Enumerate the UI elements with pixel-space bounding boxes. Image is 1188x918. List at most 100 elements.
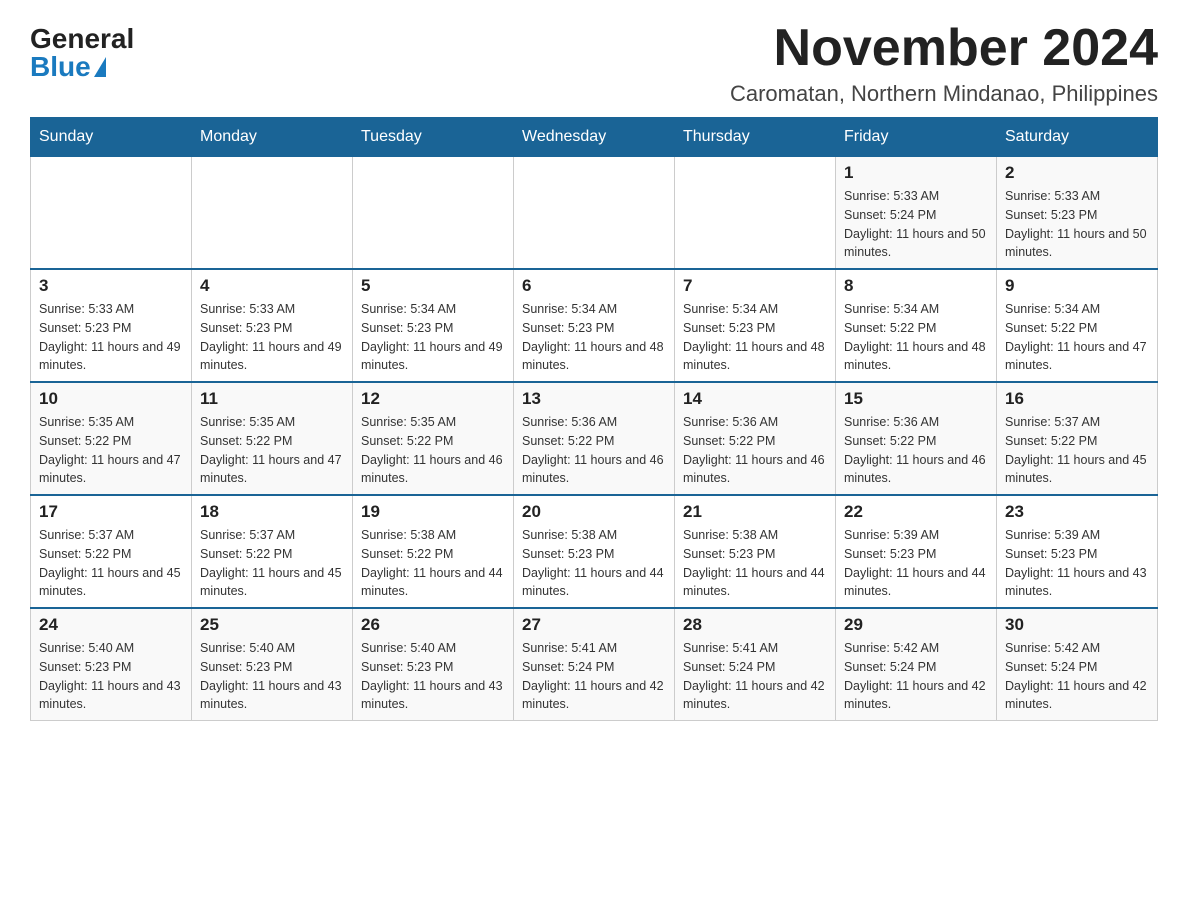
logo-general-text: General — [30, 25, 134, 53]
day-number: 12 — [361, 389, 505, 409]
day-number: 5 — [361, 276, 505, 296]
day-info: Sunrise: 5:40 AMSunset: 5:23 PMDaylight:… — [39, 639, 183, 714]
calendar-cell: 28 Sunrise: 5:41 AMSunset: 5:24 PMDayligh… — [675, 608, 836, 721]
calendar-cell: 26 Sunrise: 5:40 AMSunset: 5:23 PMDayligh… — [353, 608, 514, 721]
calendar-cell — [192, 157, 353, 270]
day-info: Sunrise: 5:34 AMSunset: 5:23 PMDaylight:… — [361, 300, 505, 375]
calendar-header-tuesday: Tuesday — [353, 118, 514, 157]
day-number: 11 — [200, 389, 344, 409]
calendar-week-row: 10 Sunrise: 5:35 AMSunset: 5:22 PMDayligh… — [31, 382, 1158, 495]
day-info: Sunrise: 5:42 AMSunset: 5:24 PMDaylight:… — [1005, 639, 1149, 714]
day-number: 3 — [39, 276, 183, 296]
calendar-week-row: 17 Sunrise: 5:37 AMSunset: 5:22 PMDayligh… — [31, 495, 1158, 608]
day-number: 16 — [1005, 389, 1149, 409]
calendar-cell: 29 Sunrise: 5:42 AMSunset: 5:24 PMDayligh… — [836, 608, 997, 721]
logo-blue-text: Blue — [30, 53, 106, 81]
calendar-cell: 23 Sunrise: 5:39 AMSunset: 5:23 PMDayligh… — [997, 495, 1158, 608]
calendar-cell: 21 Sunrise: 5:38 AMSunset: 5:23 PMDayligh… — [675, 495, 836, 608]
day-number: 21 — [683, 502, 827, 522]
calendar-cell: 16 Sunrise: 5:37 AMSunset: 5:22 PMDayligh… — [997, 382, 1158, 495]
day-number: 8 — [844, 276, 988, 296]
calendar-cell: 7Sunrise: 5:34 AMSunset: 5:23 PMDaylight… — [675, 269, 836, 382]
day-info: Sunrise: 5:34 AMSunset: 5:22 PMDaylight:… — [844, 300, 988, 375]
day-number: 9 — [1005, 276, 1149, 296]
day-info: Sunrise: 5:40 AMSunset: 5:23 PMDaylight:… — [361, 639, 505, 714]
calendar-cell: 3 Sunrise: 5:33 AMSunset: 5:23 PMDaylight… — [31, 269, 192, 382]
day-number: 27 — [522, 615, 666, 635]
day-info: Sunrise: 5:33 AMSunset: 5:23 PMDaylight:… — [200, 300, 344, 375]
title-area: November 2024 Caromatan, Northern Mindan… — [730, 20, 1158, 107]
calendar-week-row: 24 Sunrise: 5:40 AMSunset: 5:23 PMDayligh… — [31, 608, 1158, 721]
day-number: 14 — [683, 389, 827, 409]
calendar-header-monday: Monday — [192, 118, 353, 157]
day-number: 29 — [844, 615, 988, 635]
calendar-cell — [675, 157, 836, 270]
header: General Blue November 2024 Caromatan, No… — [30, 20, 1158, 107]
day-info: Sunrise: 5:36 AMSunset: 5:22 PMDaylight:… — [522, 413, 666, 488]
calendar-cell: 4 Sunrise: 5:33 AMSunset: 5:23 PMDaylight… — [192, 269, 353, 382]
day-info: Sunrise: 5:38 AMSunset: 5:22 PMDaylight:… — [361, 526, 505, 601]
calendar-cell: 22 Sunrise: 5:39 AMSunset: 5:23 PMDayligh… — [836, 495, 997, 608]
calendar-cell: 2Sunrise: 5:33 AMSunset: 5:23 PMDaylight… — [997, 157, 1158, 270]
calendar-cell: 25 Sunrise: 5:40 AMSunset: 5:23 PMDayligh… — [192, 608, 353, 721]
day-info: Sunrise: 5:38 AMSunset: 5:23 PMDaylight:… — [683, 526, 827, 601]
calendar-header-thursday: Thursday — [675, 118, 836, 157]
day-info: Sunrise: 5:39 AMSunset: 5:23 PMDaylight:… — [1005, 526, 1149, 601]
calendar-cell: 12 Sunrise: 5:35 AMSunset: 5:22 PMDayligh… — [353, 382, 514, 495]
day-number: 22 — [844, 502, 988, 522]
day-info: Sunrise: 5:33 AMSunset: 5:23 PMDaylight:… — [39, 300, 183, 375]
day-info: Sunrise: 5:35 AMSunset: 5:22 PMDaylight:… — [39, 413, 183, 488]
calendar-header-row: SundayMondayTuesdayWednesdayThursdayFrid… — [31, 118, 1158, 157]
day-info: Sunrise: 5:41 AMSunset: 5:24 PMDaylight:… — [683, 639, 827, 714]
day-number: 17 — [39, 502, 183, 522]
day-number: 24 — [39, 615, 183, 635]
calendar-header-wednesday: Wednesday — [514, 118, 675, 157]
calendar-cell: 1 Sunrise: 5:33 AMSunset: 5:24 PMDaylight… — [836, 157, 997, 270]
day-number: 20 — [522, 502, 666, 522]
day-info: Sunrise: 5:33 AMSunset: 5:23 PMDaylight:… — [1005, 187, 1149, 262]
calendar-cell: 10 Sunrise: 5:35 AMSunset: 5:22 PMDayligh… — [31, 382, 192, 495]
calendar-cell: 24 Sunrise: 5:40 AMSunset: 5:23 PMDayligh… — [31, 608, 192, 721]
day-number: 26 — [361, 615, 505, 635]
day-number: 10 — [39, 389, 183, 409]
day-number: 25 — [200, 615, 344, 635]
calendar-cell: 30 Sunrise: 5:42 AMSunset: 5:24 PMDayligh… — [997, 608, 1158, 721]
day-number: 1 — [844, 163, 988, 183]
calendar-cell: 13 Sunrise: 5:36 AMSunset: 5:22 PMDayligh… — [514, 382, 675, 495]
calendar-week-row: 3 Sunrise: 5:33 AMSunset: 5:23 PMDaylight… — [31, 269, 1158, 382]
calendar-cell: 15Sunrise: 5:36 AMSunset: 5:22 PMDayligh… — [836, 382, 997, 495]
calendar-cell: 11Sunrise: 5:35 AMSunset: 5:22 PMDayligh… — [192, 382, 353, 495]
calendar-cell — [353, 157, 514, 270]
day-number: 30 — [1005, 615, 1149, 635]
calendar-cell: 9Sunrise: 5:34 AMSunset: 5:22 PMDaylight… — [997, 269, 1158, 382]
calendar-cell: 14 Sunrise: 5:36 AMSunset: 5:22 PMDayligh… — [675, 382, 836, 495]
day-info: Sunrise: 5:37 AMSunset: 5:22 PMDaylight:… — [1005, 413, 1149, 488]
day-number: 6 — [522, 276, 666, 296]
day-info: Sunrise: 5:36 AMSunset: 5:22 PMDaylight:… — [683, 413, 827, 488]
logo-triangle-icon — [94, 57, 106, 77]
calendar-cell: 19Sunrise: 5:38 AMSunset: 5:22 PMDayligh… — [353, 495, 514, 608]
day-number: 15 — [844, 389, 988, 409]
day-number: 13 — [522, 389, 666, 409]
calendar-cell: 5 Sunrise: 5:34 AMSunset: 5:23 PMDaylight… — [353, 269, 514, 382]
day-info: Sunrise: 5:42 AMSunset: 5:24 PMDaylight:… — [844, 639, 988, 714]
calendar-header-saturday: Saturday — [997, 118, 1158, 157]
day-number: 28 — [683, 615, 827, 635]
day-number: 23 — [1005, 502, 1149, 522]
calendar-cell — [514, 157, 675, 270]
calendar-cell: 18Sunrise: 5:37 AMSunset: 5:22 PMDayligh… — [192, 495, 353, 608]
day-info: Sunrise: 5:39 AMSunset: 5:23 PMDaylight:… — [844, 526, 988, 601]
day-info: Sunrise: 5:33 AMSunset: 5:24 PMDaylight:… — [844, 187, 988, 262]
day-info: Sunrise: 5:41 AMSunset: 5:24 PMDaylight:… — [522, 639, 666, 714]
calendar-header-sunday: Sunday — [31, 118, 192, 157]
day-info: Sunrise: 5:37 AMSunset: 5:22 PMDaylight:… — [39, 526, 183, 601]
day-info: Sunrise: 5:37 AMSunset: 5:22 PMDaylight:… — [200, 526, 344, 601]
day-info: Sunrise: 5:34 AMSunset: 5:23 PMDaylight:… — [522, 300, 666, 375]
day-info: Sunrise: 5:35 AMSunset: 5:22 PMDaylight:… — [361, 413, 505, 488]
calendar-cell: 6 Sunrise: 5:34 AMSunset: 5:23 PMDaylight… — [514, 269, 675, 382]
day-number: 4 — [200, 276, 344, 296]
day-info: Sunrise: 5:40 AMSunset: 5:23 PMDaylight:… — [200, 639, 344, 714]
calendar-cell: 17 Sunrise: 5:37 AMSunset: 5:22 PMDayligh… — [31, 495, 192, 608]
day-number: 7 — [683, 276, 827, 296]
location-subtitle: Caromatan, Northern Mindanao, Philippine… — [730, 81, 1158, 107]
